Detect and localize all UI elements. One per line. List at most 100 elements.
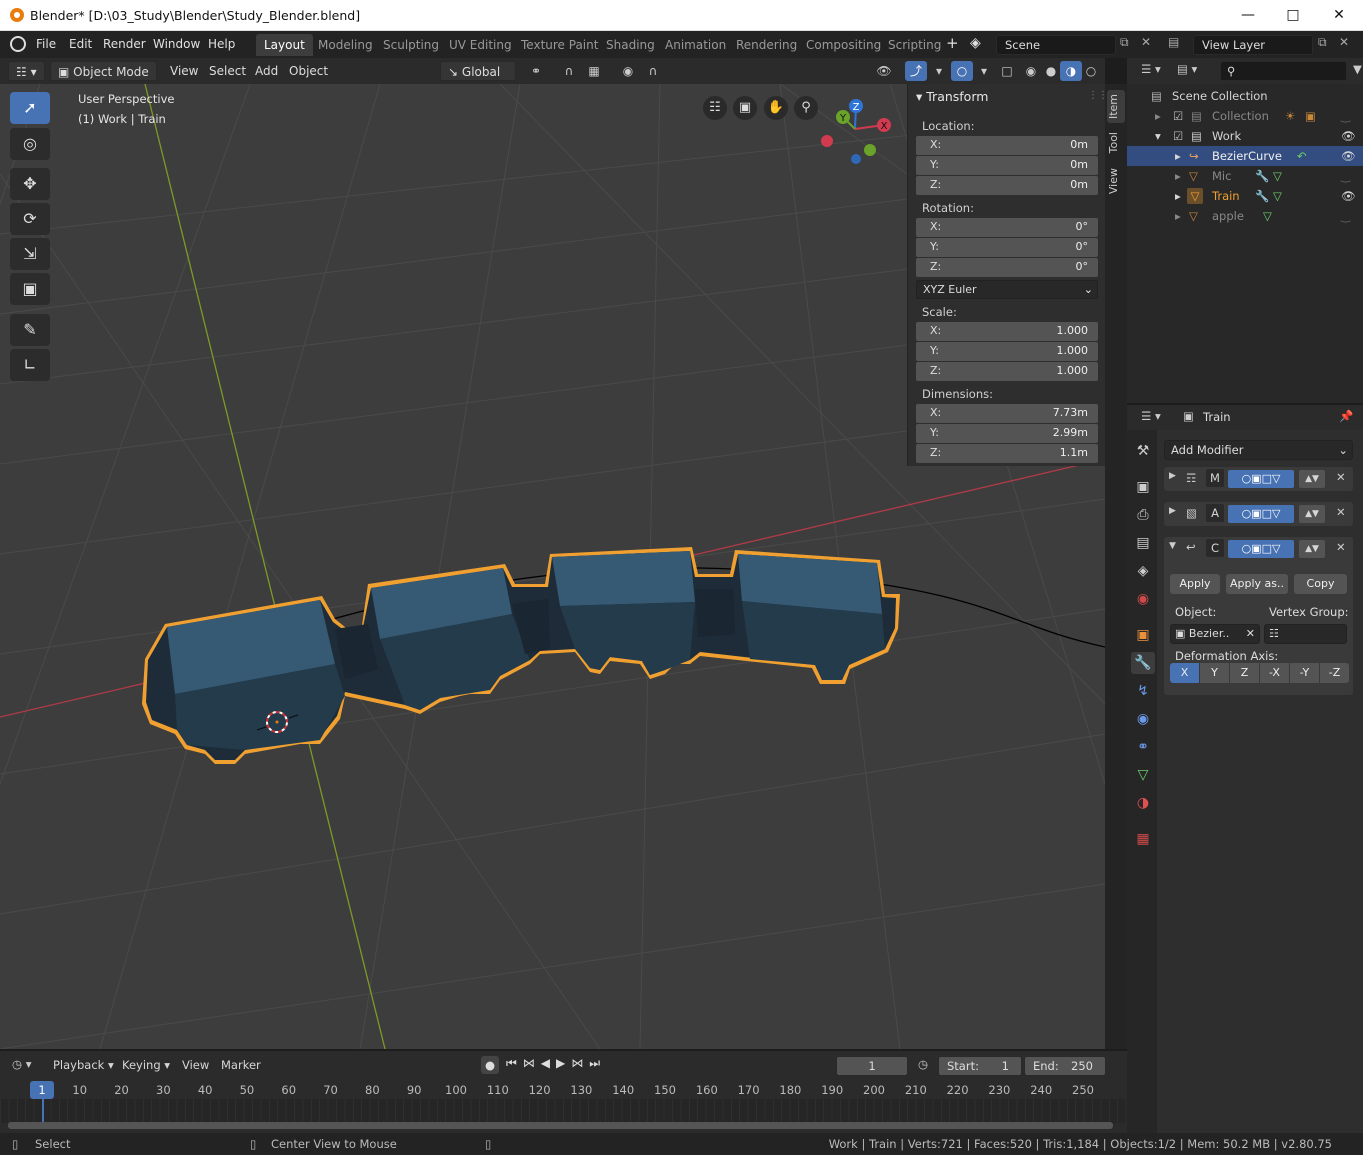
tab-tool[interactable]: Tool	[1107, 128, 1125, 157]
move-up-down-icon[interactable]: ▲▼	[1299, 540, 1325, 558]
grid-toggle-icon[interactable]: ☷	[703, 96, 727, 120]
tab-modeling[interactable]: Modeling	[310, 34, 381, 56]
checkbox-icon[interactable]: ☑	[1173, 106, 1183, 126]
start-frame-field[interactable]: Start: 1	[938, 1056, 1022, 1076]
tab-scripting[interactable]: Scripting	[880, 34, 949, 56]
expand-icon[interactable]: ▸	[1175, 146, 1181, 166]
dimensions-x-field[interactable]: X: 7.73m	[916, 404, 1098, 423]
train-object[interactable]	[142, 547, 900, 764]
neg-z-axis-icon[interactable]	[851, 154, 861, 164]
tab-item[interactable]: Item	[1107, 90, 1125, 124]
tab-rendering[interactable]: Rendering	[728, 34, 805, 56]
move-up-down-icon[interactable]: ▲▼	[1299, 505, 1325, 523]
view-layer-tab-icon[interactable]: ▤	[1131, 532, 1155, 554]
menu-keying[interactable]: Keying ▾	[122, 1058, 170, 1072]
modifier-visibility-icons[interactable]: ○▣□▽	[1228, 470, 1294, 488]
eye-icon[interactable]: 👁	[1341, 146, 1356, 166]
particles-tab-icon[interactable]: ↯	[1131, 680, 1155, 702]
object-tab-icon[interactable]: ▣	[1131, 624, 1155, 646]
tab-shading[interactable]: Shading	[598, 34, 663, 56]
tab-layout[interactable]: Layout	[256, 34, 313, 56]
overlay-toggle-icon[interactable]: ○	[951, 61, 973, 81]
gizmo-dropdown-icon[interactable]: ▾	[928, 61, 950, 81]
hidden-eye-icon[interactable]: ‿	[1341, 166, 1350, 186]
expand-icon[interactable]: ▸	[1175, 206, 1181, 226]
gizmo-toggle-icon[interactable]: ⤴	[905, 61, 927, 81]
navigation-gizmo[interactable]: Y Z X	[815, 94, 900, 169]
scene-icon[interactable]: ◈	[970, 35, 981, 51]
remove-modifier-icon[interactable]: ✕	[1336, 505, 1346, 519]
tab-uv-editing[interactable]: UV Editing	[441, 34, 520, 56]
eye-icon[interactable]: 👁	[1341, 126, 1356, 146]
filter-icon[interactable]: ▼	[1353, 62, 1362, 76]
scale-z-field[interactable]: Z:1.000🔓	[916, 362, 1123, 381]
current-frame-field[interactable]: 1	[836, 1056, 908, 1076]
add-modifier-dropdown[interactable]: Add Modifier ⌄	[1164, 440, 1353, 460]
transform-tool-icon[interactable]: ▣	[10, 273, 50, 305]
clock-icon[interactable]: ◷	[918, 1057, 928, 1071]
scene-remove-icon[interactable]: ✕	[1141, 35, 1151, 49]
falloff-icon[interactable]: ∩	[642, 61, 664, 81]
menu-view[interactable]: View	[163, 61, 205, 81]
orientation-dropdown[interactable]: ↘ Global ▾	[440, 61, 516, 99]
playback-controls[interactable]: ⏮⋈◀▶⋈⏭	[506, 1056, 606, 1071]
pin-icon[interactable]: 📌	[1339, 409, 1353, 423]
expand-icon[interactable]: ▶	[1169, 506, 1176, 516]
copy-button[interactable]: Copy	[1294, 574, 1347, 594]
camera-view-icon[interactable]: ▣	[733, 96, 757, 120]
outliner-item-mic[interactable]: ▸ ▽ Mic 🔧 ▽ ‿	[1127, 166, 1363, 186]
axis-z-button[interactable]: Z	[1230, 663, 1259, 683]
hidden-eye-icon[interactable]: ‿	[1341, 206, 1350, 226]
modifier-panel-array[interactable]: ▶ ▧ A ○▣□▽ ▲▼ ✕	[1164, 502, 1353, 526]
end-frame-field[interactable]: End: 250	[1024, 1056, 1106, 1076]
menu-timeline-view[interactable]: View	[182, 1058, 209, 1072]
menu-help[interactable]: Help	[208, 37, 235, 51]
move-tool-icon[interactable]: ✥	[10, 168, 50, 200]
tab-sculpting[interactable]: Sculpting	[375, 34, 447, 56]
editor-type-icon[interactable]: ◷ ▾	[12, 1057, 31, 1071]
tab-animation[interactable]: Animation	[657, 34, 734, 56]
curve-object-field[interactable]: ▣ Bezier.. ✕	[1170, 624, 1260, 644]
mesh-data-tab-icon[interactable]: ▽	[1131, 764, 1155, 786]
rendered-shading-icon[interactable]: ○	[1080, 61, 1102, 81]
menu-select[interactable]: Select	[202, 61, 253, 81]
outliner-item-work[interactable]: ▾ ☑ ▤ Work 👁	[1127, 126, 1363, 146]
outliner-item-collection[interactable]: ▸ ☑ ▤ Collection ☀ ▣ ‿	[1127, 106, 1363, 126]
close-icon[interactable]: ✕	[1329, 6, 1349, 24]
view-layer-field[interactable]: View Layer	[1193, 35, 1313, 55]
snap-icon[interactable]: ∩	[558, 61, 580, 81]
scene-tab-icon[interactable]: ◈	[1131, 560, 1155, 582]
collapse-icon[interactable]: ▼	[1169, 541, 1176, 551]
expand-icon[interactable]: ▸	[1155, 106, 1161, 126]
modifier-name-field[interactable]: C	[1206, 539, 1224, 557]
outliner-search-input[interactable]: ⚲	[1220, 61, 1347, 81]
scene-field[interactable]: Scene	[996, 35, 1116, 55]
outliner-item-apple[interactable]: ▸ ▽ apple ▽ ‿	[1127, 206, 1363, 226]
clear-icon[interactable]: ✕	[1246, 625, 1255, 643]
eye-icon[interactable]: 👁	[1341, 186, 1356, 206]
view-layer-copy-icon[interactable]: ⧉	[1318, 35, 1327, 50]
scale-tool-icon[interactable]: ⇲	[10, 238, 50, 270]
blender-menu-icon[interactable]	[10, 36, 26, 52]
scale-y-field[interactable]: Y:1.000🔓	[916, 342, 1123, 361]
rotation-z-field[interactable]: Z:0°🔓	[916, 258, 1123, 277]
modifier-panel-mirror[interactable]: ▶ ☶ M ○▣□▽ ▲▼ ✕	[1164, 467, 1353, 491]
neg-x-axis-icon[interactable]	[821, 135, 833, 147]
axis-neg-y-button[interactable]: -Y	[1290, 663, 1319, 683]
location-x-field[interactable]: X:0m🔓	[916, 136, 1123, 155]
modifier-visibility-icons[interactable]: ○▣□▽	[1228, 505, 1294, 523]
texture-tab-icon[interactable]: ▦	[1131, 828, 1155, 850]
expand-icon[interactable]: ▸	[1175, 186, 1181, 206]
neg-y-axis-icon[interactable]	[864, 144, 876, 156]
select-box-tool-icon[interactable]: ➚	[10, 92, 50, 124]
move-up-down-icon[interactable]: ▲▼	[1299, 470, 1325, 488]
apply-as-button[interactable]: Apply as..	[1226, 574, 1288, 594]
axis-neg-x-button[interactable]: -X	[1260, 663, 1289, 683]
rotation-mode-dropdown[interactable]: XYZ Euler ⌄	[916, 280, 1098, 299]
modifier-name-field[interactable]: M	[1206, 469, 1224, 487]
view-layer-remove-icon[interactable]: ✕	[1339, 35, 1349, 49]
menu-playback[interactable]: Playback ▾	[53, 1058, 114, 1072]
display-mode-icon[interactable]: ▤ ▾	[1177, 62, 1197, 76]
hidden-eye-icon[interactable]: ‿	[1341, 106, 1350, 126]
menu-edit[interactable]: Edit	[69, 37, 92, 51]
